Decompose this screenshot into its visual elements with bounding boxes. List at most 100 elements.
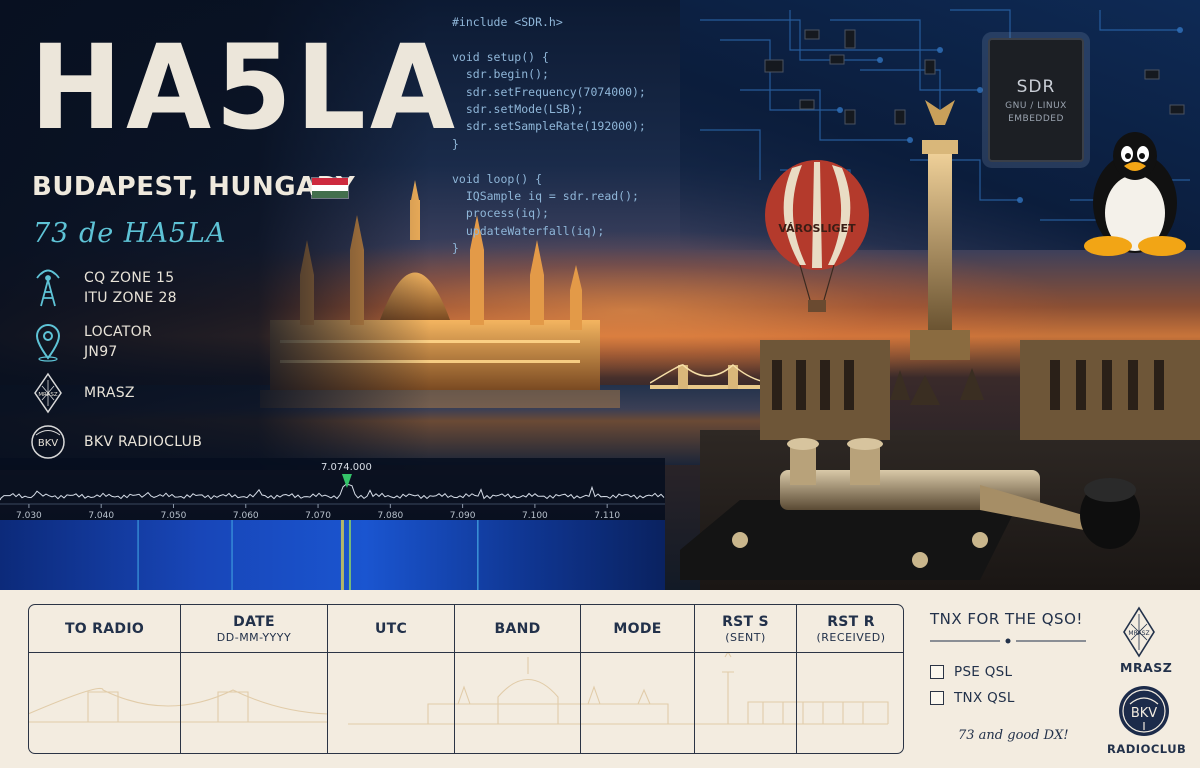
hot-air-balloon: VÁROSLIGET	[765, 160, 869, 312]
balloon-text: VÁROSLIGET	[778, 222, 856, 235]
qso-entry-cell[interactable]	[695, 653, 796, 753]
code-line: }	[452, 136, 459, 151]
frequency-tick-label: 7.040	[88, 511, 114, 521]
mrasz-logo-icon: MRASZ	[1123, 606, 1155, 658]
qso-table: TO RADIO DATE DD-MM-YYYY UTC BAND MODE RST S (S…	[28, 604, 904, 754]
hungary-flag-icon	[311, 177, 349, 199]
chip-title: SDR	[1016, 76, 1056, 97]
bkv-icon-text: BKV	[38, 438, 58, 449]
waterfall-signal	[348, 520, 351, 590]
code-line: sdr.setSampleRate(192000);	[452, 119, 646, 134]
qso-entry-cell[interactable]	[581, 653, 694, 753]
bkv-row: BKV BKV RADIOCLUB	[30, 422, 202, 462]
chain-bridge	[650, 364, 770, 389]
qso-entry-cell[interactable]	[181, 653, 327, 753]
qso-column: RST S (SENT)	[695, 605, 797, 753]
qso-column: RST R (RECEIVED)	[797, 605, 903, 753]
qso-column-label: RST S	[722, 614, 769, 630]
cq-zone: CQ ZONE 15	[84, 270, 175, 286]
pse-qsl-option[interactable]: PSE QSL	[930, 664, 1012, 680]
locator-value: JN97	[84, 344, 118, 360]
tnx-qsl-checkbox[interactable]	[930, 691, 944, 705]
tnx-title: TNX FOR THE QSO!	[930, 610, 1083, 628]
qso-column-label: BAND	[494, 621, 541, 637]
frequency-tick-label: 7.080	[377, 511, 403, 521]
qso-column-label: MODE	[613, 621, 662, 637]
map-pin-icon	[30, 322, 66, 362]
bkv-logo-text: BKV	[1131, 706, 1157, 721]
waterfall-signal	[231, 520, 233, 590]
locator-row: LOCATOR JN97	[30, 322, 152, 362]
spectrum-trace	[0, 483, 665, 501]
callsign-title: HA5LA	[30, 19, 459, 156]
qso-column-header: RST S (SENT)	[695, 605, 796, 653]
qso-column: UTC	[328, 605, 455, 753]
qso-column-header: UTC	[328, 605, 454, 653]
qso-entry-cell[interactable]	[328, 653, 454, 753]
qso-entry-cell[interactable]	[29, 653, 180, 753]
frequency-tick-label: 7.050	[161, 511, 187, 521]
mrasz-label: MRASZ	[84, 385, 135, 401]
antenna-tower-icon	[30, 268, 66, 308]
qso-column: BAND	[455, 605, 581, 753]
pse-qsl-checkbox[interactable]	[930, 665, 944, 679]
code-line: sdr.begin();	[452, 67, 549, 82]
code-line: #include <SDR.h>	[452, 15, 563, 29]
qso-column-header: RST R (RECEIVED)	[797, 605, 903, 653]
code-line: void loop() {	[452, 171, 543, 186]
frequency-ticks: 7.030 7.040 7.050 7.060 7.070 7.080 7.090 7.100…	[16, 504, 620, 521]
signoff-text: 73 and good DX!	[958, 728, 1069, 743]
code-line: }	[452, 241, 459, 256]
linux-penguin-icon	[1084, 132, 1186, 256]
city-label: BUDAPEST, HUNGARY	[32, 172, 356, 202]
spectrum-chart: 7.030 7.040 7.050 7.060 7.070 7.080 7.090 7.100…	[0, 474, 665, 590]
waterfall-signal	[340, 520, 344, 590]
waterfall-signal	[137, 520, 139, 590]
locator-label: LOCATOR	[84, 324, 152, 340]
frequency-tick-label: 7.030	[16, 511, 42, 521]
qso-entry-cell[interactable]	[797, 653, 903, 753]
morse-key	[680, 438, 1140, 580]
bkv-logo-icon: BKV	[1119, 686, 1169, 736]
code-snippet: #include <SDR.h> void setup() { sdr.begin…	[452, 14, 692, 257]
spectrum-display: 7.030 7.040 7.050 7.060 7.070 7.080 7.090 7.100…	[0, 458, 665, 590]
qso-column-header: MODE	[581, 605, 694, 653]
artwork-panel: VÁROSLIGET SDR GNU / LINUX EMBEDDED #inc…	[0, 0, 1200, 590]
tnx-qsl-option[interactable]: TNX QSL	[930, 690, 1015, 706]
greeting-text: 73 de HA5LA	[33, 218, 227, 249]
qso-column-sublabel: (RECEIVED)	[816, 631, 886, 644]
qso-column-header: TO RADIO	[29, 605, 180, 653]
code-line: process(iq);	[452, 206, 549, 221]
qso-column-sublabel: (SENT)	[725, 631, 766, 644]
qso-entry-cell[interactable]	[455, 653, 580, 753]
bkv-logo-label: RADIOCLUB	[1107, 742, 1187, 756]
qso-column-header: DATE DD-MM-YYYY	[181, 605, 327, 653]
itu-zone: ITU ZONE 28	[84, 290, 177, 306]
pse-qsl-label: PSE QSL	[954, 664, 1013, 680]
frequency-tick-label: 7.090	[450, 511, 476, 521]
flag-stripe-white	[312, 184, 348, 192]
qso-column-sublabel: DD-MM-YYYY	[216, 631, 292, 644]
chip-line-2: EMBEDDED	[1008, 113, 1064, 124]
code-line: sdr.setMode(LSB);	[452, 101, 584, 116]
frequency-tick-label: 7.070	[305, 511, 331, 521]
waterfall	[0, 520, 665, 590]
mrasz-logo-text: MRASZ	[1128, 630, 1149, 637]
qso-column-label: DATE	[233, 614, 275, 630]
qso-column: TO RADIO	[29, 605, 181, 753]
flag-stripe-green	[312, 191, 348, 199]
mrasz-logo-label: MRASZ	[1120, 660, 1173, 675]
chip-line-1: GNU / LINUX	[1005, 100, 1067, 111]
frequency-tick-label: 7.100	[522, 511, 548, 521]
qso-column: MODE	[581, 605, 695, 753]
frequency-tick-label: 7.110	[594, 511, 620, 521]
qso-column: DATE DD-MM-YYYY	[181, 605, 328, 753]
zones-row: CQ ZONE 15 ITU ZONE 28	[30, 268, 177, 308]
qso-column-header: BAND	[455, 605, 580, 653]
code-line: updateWaterfall(iq);	[452, 223, 605, 238]
qso-column-label: UTC	[374, 621, 408, 637]
waterfall-signal	[477, 520, 479, 590]
qso-column-label: TO RADIO	[64, 621, 145, 637]
